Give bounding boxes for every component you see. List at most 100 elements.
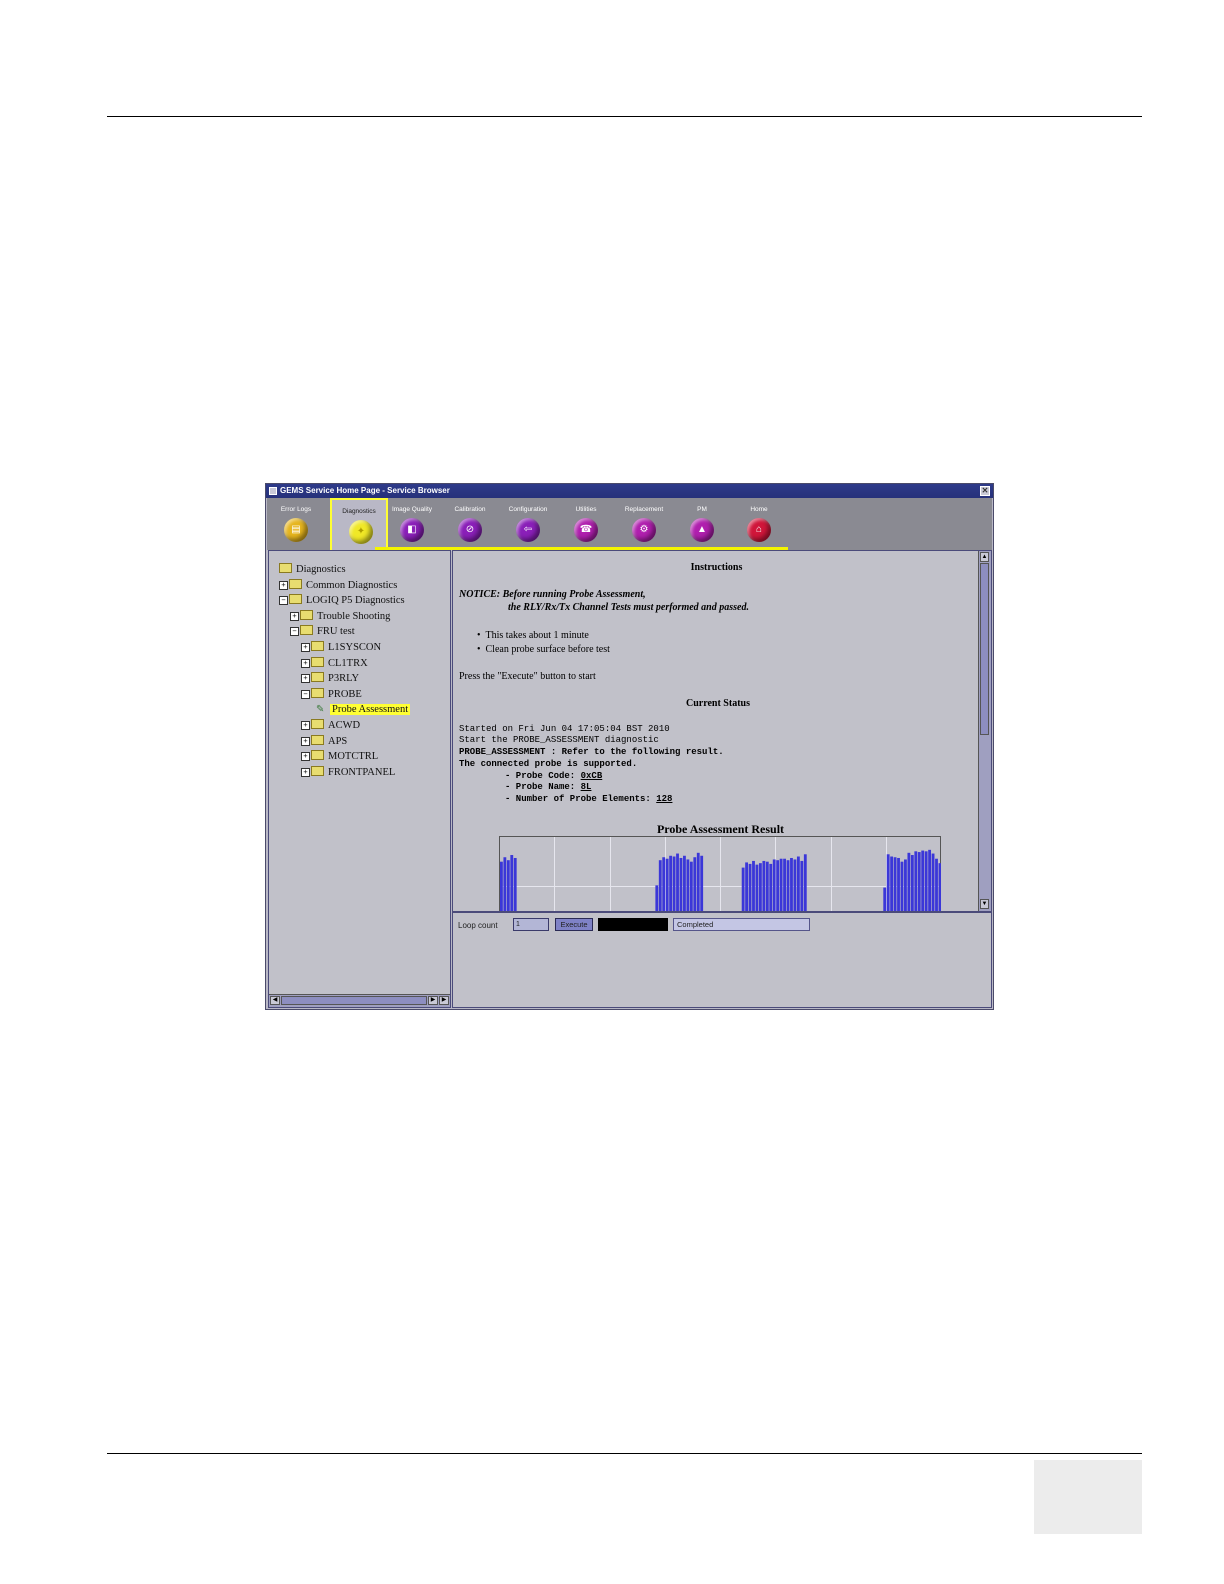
- tree-item-fru-test[interactable]: − FRU test: [290, 625, 355, 639]
- folder-icon: [311, 641, 324, 651]
- instructions-title: Instructions: [690, 562, 743, 573]
- expand-icon[interactable]: +: [301, 752, 310, 762]
- chart-bar: [914, 851, 918, 911]
- image-quality-icon: ◧: [400, 518, 424, 542]
- chart-bar: [800, 860, 804, 911]
- tree-item-probe-assessment[interactable]: ✎ Probe Assessment: [316, 703, 411, 717]
- expand-icon[interactable]: +: [290, 611, 299, 621]
- toolbar-tab-label: Home: [750, 506, 768, 513]
- chart-bar: [503, 857, 507, 911]
- toolbar-tab-label: Calibration: [454, 506, 486, 513]
- tree-item-diagnostics[interactable]: Diagnostics: [279, 563, 346, 577]
- window-title: GEMS Service Home Page - Service Browser: [280, 486, 450, 495]
- chart-bar: [900, 861, 904, 911]
- chart-bar: [700, 855, 704, 911]
- tree-item-aps[interactable]: + APS: [301, 734, 348, 749]
- toolbar-tab-configuration[interactable]: Configuration ⇦: [499, 498, 557, 548]
- chart-bar: [696, 852, 700, 911]
- footer-rule: [107, 1453, 1142, 1454]
- tree-item-probe[interactable]: − PROBE: [301, 687, 362, 702]
- expand-icon[interactable]: +: [279, 580, 288, 590]
- chart-bar: [883, 887, 887, 911]
- toolbar-tab-calibration[interactable]: Calibration ⊘: [441, 498, 499, 548]
- toolbar-tab-label: PM: [697, 506, 707, 513]
- expand-icon[interactable]: +: [301, 643, 310, 652]
- chart-bar: [783, 858, 786, 911]
- chart-bar: [662, 857, 666, 911]
- expand-icon[interactable]: +: [301, 674, 310, 684]
- scroll-thumb[interactable]: [980, 563, 989, 735]
- folder-icon: [311, 734, 324, 745]
- notice-line: the RLY/Rx/Tx Channel Tests must perform…: [508, 602, 749, 613]
- chart-bar: [790, 857, 793, 911]
- status-line: Start the PROBE_ASSESSMENT diagnostic: [459, 735, 659, 745]
- scroll-right-icon[interactable]: ▶: [428, 996, 438, 1005]
- scroll-thumb[interactable]: [281, 996, 427, 1005]
- toolbar-tab-replacement[interactable]: Replacement ⚙: [615, 498, 673, 548]
- chart-bar: [890, 856, 894, 911]
- chart-bar: [679, 857, 683, 911]
- collapse-icon[interactable]: −: [290, 627, 299, 637]
- loop-count-label: Loop count: [458, 921, 498, 930]
- toolbar-tab-pm[interactable]: PM ▲: [673, 498, 731, 548]
- folder-icon: [311, 687, 324, 698]
- tree-item-acwd[interactable]: + ACWD: [301, 719, 360, 733]
- chart-bar: [755, 864, 759, 911]
- close-icon[interactable]: ✕: [980, 486, 990, 496]
- toolbar-tab-image-quality[interactable]: Image Quality ◧: [383, 498, 441, 548]
- expand-icon[interactable]: +: [301, 736, 310, 746]
- chart-bar: [683, 855, 686, 911]
- tree-item-label: APS: [328, 735, 348, 747]
- execute-button[interactable]: Execute: [555, 918, 593, 931]
- toolbar-tab-label: Error Logs: [280, 506, 312, 513]
- probe-code-line: - Probe Code: 0xCB: [505, 771, 603, 781]
- configuration-icon: ⇦: [516, 518, 540, 542]
- folder-icon: [311, 765, 324, 776]
- chart-bar: [672, 856, 676, 911]
- toolbar-tab-diagnostics[interactable]: Diagnostics ✦: [330, 498, 388, 550]
- tree-horizontal-scrollbar[interactable]: ◀ ▶ ▶: [269, 994, 450, 1007]
- expand-icon[interactable]: +: [301, 767, 310, 777]
- tree-item-cl1trx[interactable]: + CL1TRX: [301, 656, 368, 671]
- tree-item-common-diagnostics[interactable]: + Common Diagnostics: [279, 578, 398, 593]
- chart-bar: [762, 860, 766, 911]
- tree-item-label: LOGIQ P5 Diagnostics: [306, 595, 405, 607]
- page-number-box: [1034, 1460, 1142, 1534]
- collapse-icon[interactable]: −: [301, 689, 310, 699]
- chart-bar: [803, 854, 807, 911]
- scroll-left-icon[interactable]: ◀: [270, 996, 280, 1005]
- folder-icon: [279, 563, 292, 573]
- chart-bar: [752, 860, 755, 911]
- collapse-icon[interactable]: −: [279, 596, 288, 606]
- status-field: Completed: [673, 918, 810, 931]
- chart-bar: [758, 863, 762, 911]
- tree-item-motctrl[interactable]: + MOTCTRL: [301, 750, 378, 764]
- toolbar-tab-label: Diagnostics: [342, 508, 376, 515]
- tree-item-p3rly[interactable]: + P3RLY: [301, 672, 359, 686]
- tree-item-label: Common Diagnostics: [306, 579, 398, 591]
- scroll-right-icon[interactable]: ▶: [439, 996, 449, 1005]
- diagnostics-tree: + FRONTPANEL + MOTCTRL + APS + ACWD ✎ Probe Asses…: [268, 550, 451, 1008]
- content-vertical-scrollbar[interactable]: ▲ ▼: [978, 551, 991, 911]
- notice-line: NOTICE: Before running Probe Assessment,: [459, 589, 646, 600]
- tree-item-trouble-shooting[interactable]: + Trouble Shooting: [290, 609, 390, 624]
- toolbar-tab-utilities[interactable]: Utilities ☎: [557, 498, 615, 548]
- loop-count-input[interactable]: 1: [513, 918, 549, 931]
- utilities-icon: ☎: [574, 518, 598, 542]
- supported-line: The connected probe is supported.: [459, 759, 638, 769]
- tree-item-l1syscon[interactable]: + L1SYSCON: [301, 641, 381, 655]
- expand-icon[interactable]: +: [301, 658, 310, 668]
- scroll-down-icon[interactable]: ▼: [980, 899, 989, 909]
- tree-item-logiq-p5-diagnostics[interactable]: − LOGIQ P5 Diagnostics: [279, 594, 405, 608]
- bullet-item: • This takes about 1 minute: [477, 630, 589, 641]
- expand-icon[interactable]: +: [301, 721, 310, 730]
- scroll-up-icon[interactable]: ▲: [980, 552, 989, 562]
- tree-item-label: Probe Assessment: [330, 704, 411, 716]
- chart-title: Probe Assessment Result: [656, 822, 785, 836]
- chart-bar: [917, 852, 921, 911]
- folder-icon: [289, 594, 302, 605]
- tree-item-label: MOTCTRL: [328, 751, 379, 763]
- toolbar-tab-error-logs[interactable]: Error Logs ▤: [267, 498, 325, 548]
- tree-item-frontpanel[interactable]: + FRONTPANEL: [301, 765, 395, 780]
- toolbar-tab-home[interactable]: Home ⌂: [730, 498, 788, 548]
